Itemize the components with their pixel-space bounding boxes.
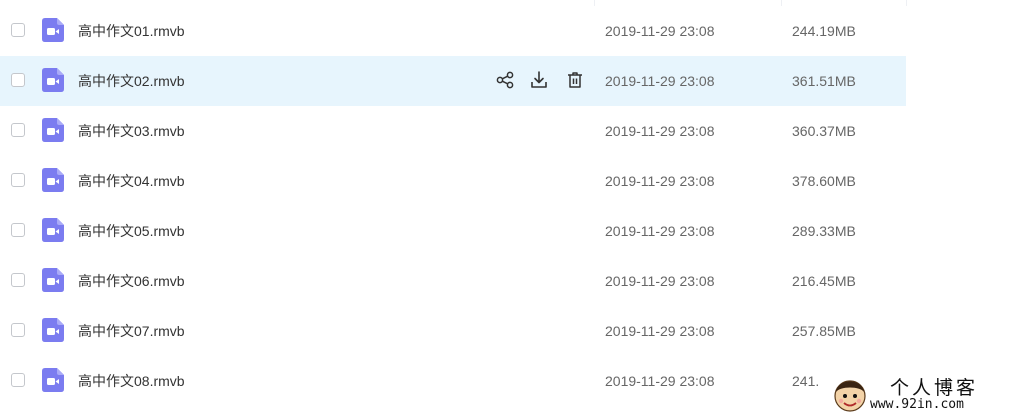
video-file-icon — [42, 118, 64, 142]
modified-date: 2019-11-29 23:08 — [605, 23, 715, 39]
modified-date: 2019-11-29 23:08 — [605, 223, 715, 239]
video-file-icon — [42, 318, 64, 342]
file-row[interactable]: 高中作文05.rmvb 2019-11-29 23:08 289.33MB — [0, 206, 906, 256]
video-file-icon — [42, 168, 64, 192]
row-checkbox[interactable] — [11, 173, 25, 187]
file-row[interactable]: 高中作文02.rmvb 2019-11-29 23:08 361.51MB — [0, 56, 906, 106]
row-checkbox[interactable] — [11, 223, 25, 237]
modified-date: 2019-11-29 23:08 — [605, 323, 715, 339]
share-icon[interactable] — [495, 70, 515, 90]
file-row[interactable]: 高中作文08.rmvb 2019-11-29 23:08 241. — [0, 356, 906, 406]
file-name[interactable]: 高中作文05.rmvb — [78, 221, 185, 241]
file-name[interactable]: 高中作文03.rmvb — [78, 121, 185, 141]
file-size: 244.19MB — [792, 23, 856, 39]
file-name[interactable]: 高中作文01.rmvb — [78, 21, 185, 41]
file-row[interactable]: 高中作文07.rmvb 2019-11-29 23:08 257.85MB — [0, 306, 906, 356]
row-checkbox[interactable] — [11, 323, 25, 337]
cartoon-face-icon — [834, 380, 866, 412]
file-size: 257.85MB — [792, 323, 856, 339]
modified-date: 2019-11-29 23:08 — [605, 123, 715, 139]
video-file-icon — [42, 18, 64, 42]
modified-date: 2019-11-29 23:08 — [605, 273, 715, 289]
file-size: 241. — [792, 373, 820, 389]
modified-date: 2019-11-29 23:08 — [605, 73, 715, 89]
file-name[interactable]: 高中作文08.rmvb — [78, 371, 185, 391]
file-size: 361.51MB — [792, 73, 856, 89]
modified-date: 2019-11-29 23:08 — [605, 373, 715, 389]
file-name[interactable]: 高中作文04.rmvb — [78, 171, 185, 191]
file-name[interactable]: 高中作文02.rmvb — [78, 71, 185, 91]
file-name[interactable]: 高中作文06.rmvb — [78, 271, 185, 291]
video-file-icon — [42, 268, 64, 292]
file-size: 360.37MB — [792, 123, 856, 139]
video-file-icon — [42, 368, 64, 392]
row-checkbox[interactable] — [11, 123, 25, 137]
file-size: 289.33MB — [792, 223, 856, 239]
watermark-title: 个人博客 — [890, 377, 979, 399]
video-file-icon — [42, 218, 64, 242]
row-checkbox[interactable] — [11, 23, 25, 37]
download-icon[interactable] — [529, 70, 549, 90]
file-list-page: 高中作文01.rmvb 2019-11-29 23:08 244.19MB 高中作文0… — [0, 0, 1021, 418]
column-divider — [906, 0, 907, 6]
row-checkbox[interactable] — [11, 73, 25, 87]
file-row[interactable]: 高中作文04.rmvb 2019-11-29 23:08 378.60MB — [0, 156, 906, 206]
row-checkbox[interactable] — [11, 273, 25, 287]
watermark-url: www.92in.com — [870, 397, 964, 412]
file-size: 216.45MB — [792, 273, 856, 289]
file-row[interactable]: 高中作文03.rmvb 2019-11-29 23:08 360.37MB — [0, 106, 906, 156]
watermark: 个人博客 www.92in.com — [822, 370, 1021, 418]
row-checkbox[interactable] — [11, 373, 25, 387]
file-size: 378.60MB — [792, 173, 856, 189]
video-file-icon — [42, 68, 64, 92]
modified-date: 2019-11-29 23:08 — [605, 173, 715, 189]
delete-icon[interactable] — [565, 70, 585, 90]
file-row[interactable]: 高中作文06.rmvb 2019-11-29 23:08 216.45MB — [0, 256, 906, 306]
file-row[interactable]: 高中作文01.rmvb 2019-11-29 23:08 244.19MB — [0, 6, 906, 56]
file-name[interactable]: 高中作文07.rmvb — [78, 321, 185, 341]
